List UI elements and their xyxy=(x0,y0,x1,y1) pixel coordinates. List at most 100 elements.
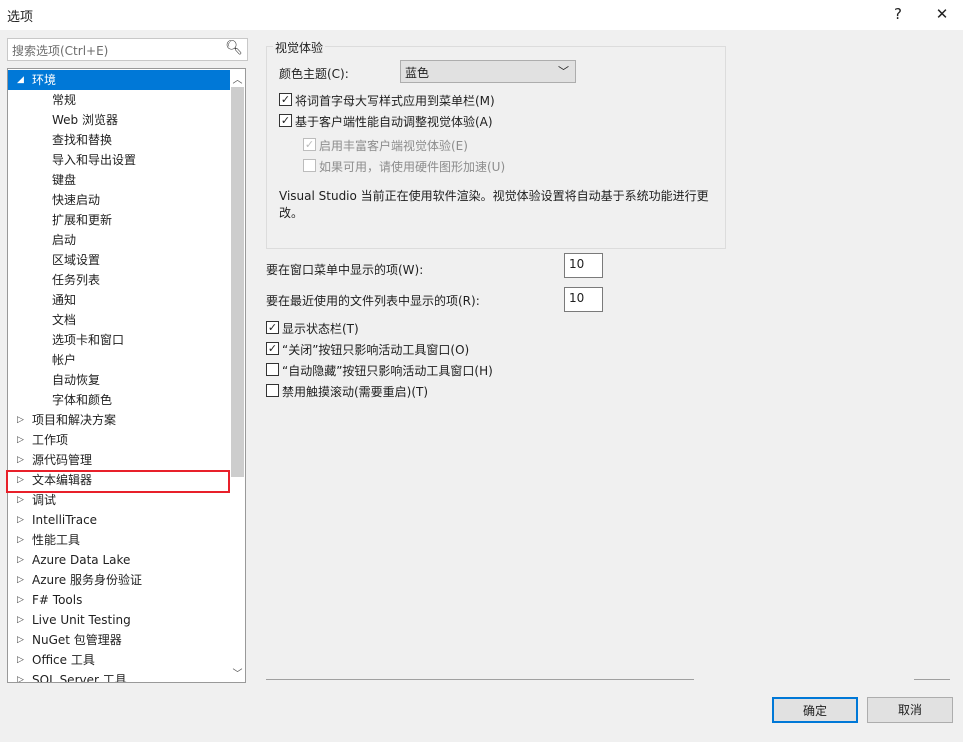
caps-label: 将词首字母大写样式应用到菜单栏(M) xyxy=(295,94,495,108)
tree-item[interactable]: Web 浏览器 xyxy=(8,110,230,130)
expand-arrow-icon[interactable]: ▷ xyxy=(17,670,24,682)
group-title: 视觉体验 xyxy=(273,39,326,56)
theme-dropdown[interactable]: 蓝色 ﹀ xyxy=(400,60,576,83)
tree-item-label: 键盘 xyxy=(52,173,77,187)
tree-item-label: Web 浏览器 xyxy=(52,113,118,127)
tree-item-label: 字体和颜色 xyxy=(52,393,113,407)
expand-arrow-icon[interactable]: ▷ xyxy=(17,410,24,430)
expand-arrow-icon[interactable]: ▷ xyxy=(17,590,24,610)
tree-scrollbar[interactable]: ︿ ﹀ xyxy=(230,69,245,682)
tree-item[interactable]: 文档 xyxy=(8,310,230,330)
tree-item[interactable]: 导入和导出设置 xyxy=(8,150,230,170)
expand-arrow-icon[interactable]: ▷ xyxy=(17,530,24,550)
tree-item[interactable]: 常规 xyxy=(8,90,230,110)
tree-item[interactable]: ▷ F# Tools xyxy=(8,590,230,610)
tree-item-label: 导入和导出设置 xyxy=(52,153,137,167)
window-menu-input[interactable]: 10 xyxy=(564,253,603,278)
expand-arrow-icon[interactable]: ▷ xyxy=(17,650,24,670)
divider xyxy=(266,679,694,680)
tree-item-label: 扩展和更新 xyxy=(52,213,113,227)
expand-arrow-icon[interactable]: ▷ xyxy=(17,490,24,510)
search-icon[interactable]: 🔍︎ xyxy=(225,40,243,56)
tree-item[interactable]: ▷ SQL Server 工具 xyxy=(8,670,230,683)
hw-checkbox[interactable] xyxy=(303,159,316,172)
autohide-checkbox[interactable] xyxy=(266,363,279,376)
recent-files-input[interactable]: 10 xyxy=(564,287,603,312)
auto-checkbox[interactable]: ✓ xyxy=(279,114,292,127)
tree-item[interactable]: ▷ Azure 服务身份验证 xyxy=(8,570,230,590)
caps-checkbox[interactable]: ✓ xyxy=(279,93,292,106)
expand-arrow-icon[interactable]: ▷ xyxy=(17,610,24,630)
theme-label: 颜色主题(C): xyxy=(279,67,349,81)
render-note: Visual Studio 当前正在使用软件渲染。视觉体验设置将自动基于系统功能… xyxy=(279,189,709,220)
tree-item-label: 工作项 xyxy=(32,433,69,447)
tree-item[interactable]: ▷ Office 工具 xyxy=(8,650,230,670)
tree-item[interactable]: 快速启动 xyxy=(8,190,230,210)
tree-item[interactable]: ▷ NuGet 包管理器 xyxy=(8,630,230,650)
tree-item-label: SQL Server 工具 xyxy=(32,673,127,683)
tree-item-label: 区域设置 xyxy=(52,253,101,267)
search-input[interactable]: 搜索选项(Ctrl+E) 🔍︎ xyxy=(7,38,248,61)
expand-arrow-icon[interactable]: ▷ xyxy=(17,430,24,450)
close-button[interactable]: ✕ xyxy=(927,3,957,25)
tree-item[interactable]: ▷ Live Unit Testing xyxy=(8,610,230,630)
expand-arrow-icon[interactable]: ▷ xyxy=(17,550,24,570)
autohide-label: “自动隐藏”按钮只影响活动工具窗口(H) xyxy=(282,364,493,378)
expand-arrow-icon[interactable]: ▷ xyxy=(17,630,24,650)
expand-arrow-icon[interactable]: ▷ xyxy=(17,510,24,530)
options-tree[interactable]: ▷ SQL Server 工具 ▷ Office 工具 ▷ NuGet 包管理器 ▷ Live… xyxy=(7,68,246,683)
expand-arrow-icon[interactable]: ▷ xyxy=(17,570,24,590)
tree-item[interactable]: ▷ 项目和解决方案 xyxy=(8,410,230,430)
scroll-down-icon[interactable]: ﹀ xyxy=(230,665,245,680)
tree-item-label: NuGet 包管理器 xyxy=(32,633,122,647)
scroll-thumb[interactable] xyxy=(231,87,244,477)
highlight-box xyxy=(6,470,230,493)
close-button-checkbox[interactable]: ✓ xyxy=(266,342,279,355)
tree-item-label: 任务列表 xyxy=(52,273,101,287)
ok-button[interactable]: 确定 xyxy=(772,697,858,723)
tree-item-label: 选项卡和窗口 xyxy=(52,333,125,347)
touch-scroll-checkbox[interactable] xyxy=(266,384,279,397)
tree-item[interactable]: ▷ 调试 xyxy=(8,490,230,510)
help-button[interactable]: ? xyxy=(883,3,913,25)
tree-item[interactable]: 帐户 xyxy=(8,350,230,370)
tree-item[interactable]: ▷ 源代码管理 xyxy=(8,450,230,470)
tree-item[interactable]: ◢ 环境 xyxy=(8,70,230,90)
close-button-label: “关闭”按钮只影响活动工具窗口(O) xyxy=(282,343,470,357)
tree-item-label: 帐户 xyxy=(52,353,77,367)
tree-item[interactable]: 字体和颜色 xyxy=(8,390,230,410)
divider xyxy=(914,679,950,680)
tree-item[interactable]: 选项卡和窗口 xyxy=(8,330,230,350)
tree-item[interactable]: ▷ 性能工具 xyxy=(8,530,230,550)
tree-item[interactable]: 启动 xyxy=(8,230,230,250)
scroll-up-icon[interactable]: ︿ xyxy=(230,71,245,86)
tree-item-label: Live Unit Testing xyxy=(32,613,131,627)
tree-item[interactable]: 任务列表 xyxy=(8,270,230,290)
tree-item[interactable]: 自动恢复 xyxy=(8,370,230,390)
collapse-arrow-icon[interactable]: ◢ xyxy=(17,70,24,90)
statusbar-checkbox[interactable]: ✓ xyxy=(266,321,279,334)
tree-item-label: 调试 xyxy=(32,493,57,507)
expand-arrow-icon[interactable]: ▷ xyxy=(17,450,24,470)
tree-item-label: Azure 服务身份验证 xyxy=(32,573,142,587)
tree-item[interactable]: 查找和替换 xyxy=(8,130,230,150)
tree-item[interactable]: 通知 xyxy=(8,290,230,310)
cancel-button[interactable]: 取消 xyxy=(867,697,953,723)
tree-item[interactable]: 扩展和更新 xyxy=(8,210,230,230)
statusbar-label: 显示状态栏(T) xyxy=(282,322,359,336)
tree-item[interactable]: ▷ IntelliTrace xyxy=(8,510,230,530)
rich-checkbox[interactable]: ✓ xyxy=(303,138,316,151)
tree-item[interactable]: 区域设置 xyxy=(8,250,230,270)
chevron-down-icon: ﹀ xyxy=(558,65,569,78)
tree-item-label: 源代码管理 xyxy=(32,453,93,467)
tree-item-label: 文档 xyxy=(52,313,77,327)
rich-label: 启用丰富客户端视觉体验(E) xyxy=(319,139,468,153)
recent-files-label: 要在最近使用的文件列表中显示的项(R): xyxy=(266,294,480,308)
tree-item[interactable]: 键盘 xyxy=(8,170,230,190)
tree-item[interactable]: ▷ 工作项 xyxy=(8,430,230,450)
search-placeholder: 搜索选项(Ctrl+E) xyxy=(12,44,109,58)
tree-item-label: IntelliTrace xyxy=(32,513,98,527)
tree-item-label: 通知 xyxy=(52,293,77,307)
tree-item[interactable]: ▷ Azure Data Lake xyxy=(8,550,230,570)
theme-value: 蓝色 xyxy=(405,66,430,80)
